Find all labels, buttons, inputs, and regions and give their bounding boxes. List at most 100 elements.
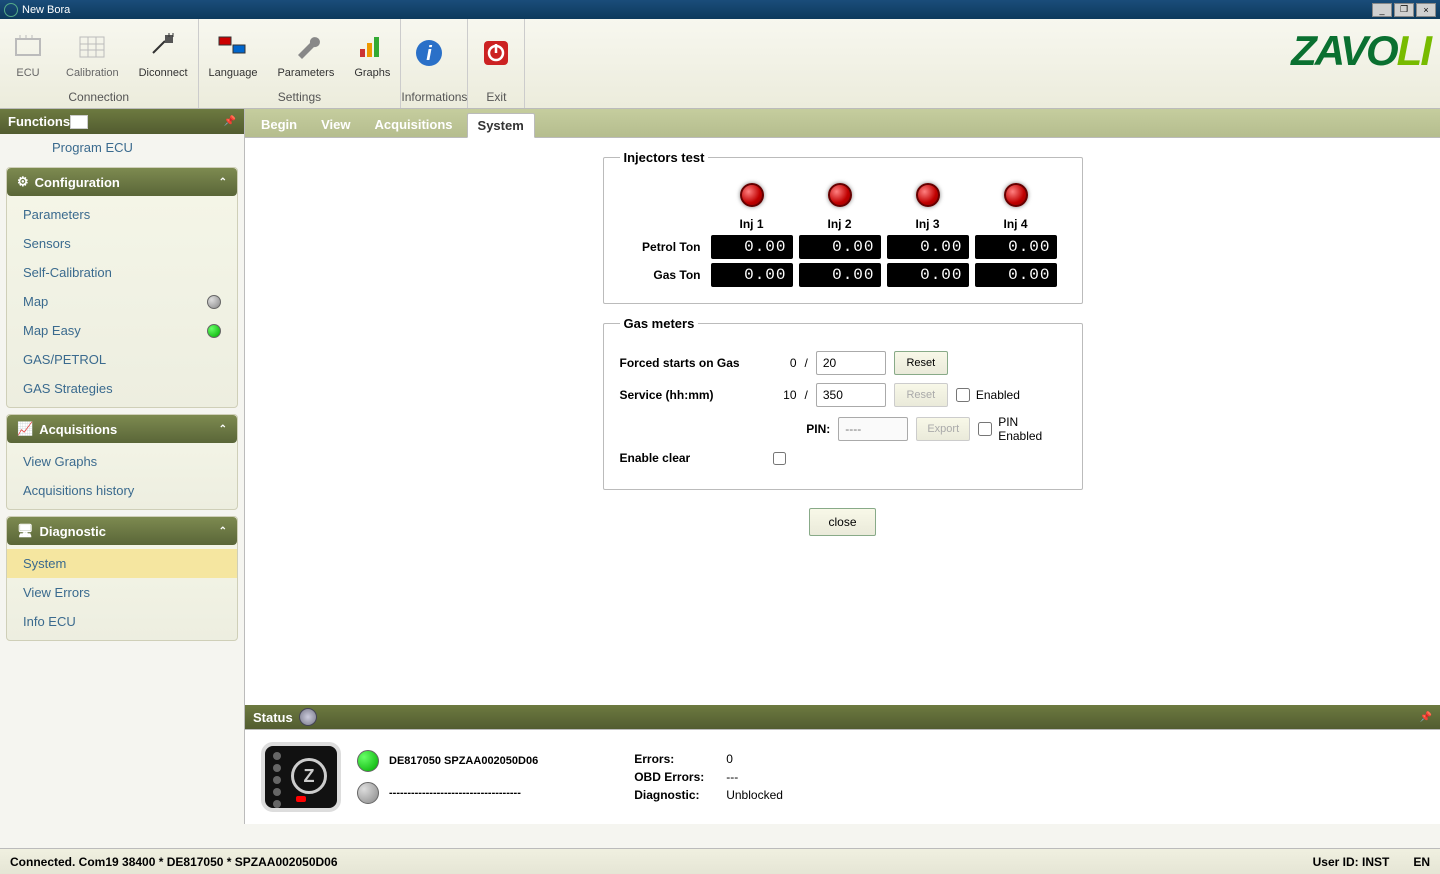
injector-header-1: Inj 1: [711, 217, 793, 231]
enabled-checkbox[interactable]: [956, 388, 970, 402]
info-icon: i: [411, 35, 447, 71]
sidebar-item-map-easy[interactable]: Map Easy: [7, 316, 237, 345]
ribbon-graphs[interactable]: Graphs: [344, 19, 400, 88]
monitor-icon: 🖥: [17, 523, 34, 539]
section-diagnostic[interactable]: 🖥 Diagnostic ⌃: [7, 517, 237, 545]
injectors-fieldset: Injectors test Inj 1 Inj 2 Inj 3 Inj 4 Petro…: [603, 150, 1083, 304]
tabs: Begin View Acquisitions System: [245, 109, 1440, 138]
chart-icon: [354, 29, 390, 65]
chevron-up-icon: ⌃: [219, 177, 227, 188]
close-panel-button[interactable]: close: [809, 508, 875, 536]
injector-value: 0.00: [799, 235, 881, 259]
ribbon-parameters[interactable]: Parameters: [267, 19, 344, 88]
enable-clear-checkbox[interactable]: [773, 452, 786, 465]
injector-led-2: [828, 183, 852, 207]
ribbon-group-settings: Settings: [199, 88, 401, 108]
injector-value: 0.00: [887, 235, 969, 259]
status-diagnostic-value: Unblocked: [726, 788, 783, 802]
injector-value: 0.00: [711, 263, 793, 287]
injector-row-label: Petrol Ton: [620, 240, 705, 254]
injector-led-3: [916, 183, 940, 207]
tab-acquisitions[interactable]: Acquisitions: [365, 113, 463, 137]
gauge-icon: [299, 708, 317, 726]
status-led-icon: [207, 324, 221, 338]
service-reset-button: Reset: [894, 383, 948, 407]
close-button[interactable]: ×: [1416, 3, 1436, 17]
pin-enabled-label: PIN Enabled: [998, 415, 1065, 443]
ribbon-calibration[interactable]: Calibration: [56, 19, 129, 88]
window-title: New Bora: [22, 4, 70, 16]
sidebar-item-self-calibration[interactable]: Self-Calibration: [7, 258, 237, 287]
sidebar-item-parameters[interactable]: Parameters: [7, 200, 237, 229]
injector-value: 0.00: [975, 235, 1057, 259]
enable-clear-label: Enable clear: [620, 451, 765, 465]
forced-starts-input[interactable]: [816, 351, 886, 375]
language-indicator[interactable]: EN: [1413, 855, 1430, 869]
titlebar: New Bora _ ❐ ×: [0, 0, 1440, 19]
plug-icon: [145, 29, 181, 65]
sidebar-item-gas-strategies[interactable]: GAS Strategies: [7, 374, 237, 403]
chip-icon: [10, 29, 46, 65]
injector-value: 0.00: [711, 235, 793, 259]
maximize-button[interactable]: ❐: [1394, 3, 1414, 17]
app-icon: [4, 3, 18, 17]
ribbon-language[interactable]: Language: [199, 19, 268, 88]
graph-icon: 📈: [17, 421, 33, 437]
flags-icon: [215, 29, 251, 65]
enabled-label: Enabled: [976, 388, 1020, 402]
service-input[interactable]: [816, 383, 886, 407]
switch-device-icon: Z: [261, 742, 341, 812]
sidebar-item-gas-petrol[interactable]: GAS/PETROL: [7, 345, 237, 374]
user-id: INST: [1362, 855, 1389, 869]
tab-begin[interactable]: Begin: [251, 113, 307, 137]
gear-icon: ⚙: [17, 174, 29, 190]
injector-header-3: Inj 3: [887, 217, 969, 231]
injectors-legend: Injectors test: [620, 150, 709, 165]
sidebar-item-system[interactable]: System: [7, 549, 237, 578]
status-led-icon: [207, 295, 221, 309]
minimize-button[interactable]: _: [1372, 3, 1392, 17]
table-icon: [74, 29, 110, 65]
forced-starts-label: Forced starts on Gas: [620, 356, 765, 370]
status-pin-icon[interactable]: 📌: [1420, 712, 1432, 723]
sidebar-program-ecu[interactable]: Program ECU: [36, 134, 238, 161]
sidebar-item-view-graphs[interactable]: View Graphs: [7, 447, 237, 476]
ribbon-ecu[interactable]: ECU: [0, 19, 56, 88]
pin-icon[interactable]: 📌: [224, 116, 236, 127]
brand-logo: ZAVOLI: [1291, 27, 1430, 75]
chevron-up-icon: ⌃: [219, 424, 227, 435]
injector-led-4: [1004, 183, 1028, 207]
injector-value: 0.00: [799, 263, 881, 287]
sidebar-item-view-errors[interactable]: View Errors: [7, 578, 237, 607]
ribbon: ECU Calibration Diconnect Connection Lan…: [0, 19, 1440, 109]
pin-label: PIN:: [804, 422, 830, 436]
tab-system[interactable]: System: [467, 113, 535, 138]
pin-input[interactable]: [838, 417, 908, 441]
status-errors-value: 0: [726, 752, 733, 766]
status-device-id: DE817050 SPZAA002050D06: [389, 755, 538, 767]
pin-enabled-checkbox[interactable]: [978, 422, 992, 436]
section-configuration[interactable]: ⚙ Configuration ⌃: [7, 168, 237, 196]
sidebar-item-sensors[interactable]: Sensors: [7, 229, 237, 258]
tab-view[interactable]: View: [311, 113, 360, 137]
sidebar-item-acquisitions-history[interactable]: Acquisitions history: [7, 476, 237, 505]
status-obd-value: ---: [726, 770, 738, 784]
status-bar: Connected. Com19 38400 * DE817050 * SPZA…: [0, 848, 1440, 874]
ribbon-disconnect[interactable]: Diconnect: [129, 19, 198, 88]
service-label: Service (hh:mm): [620, 388, 765, 402]
injector-header-4: Inj 4: [975, 217, 1057, 231]
sidebar-item-info-ecu[interactable]: Info ECU: [7, 607, 237, 636]
ribbon-group-exit: Exit: [468, 88, 524, 108]
status-led-secondary: [357, 782, 379, 804]
sidebar-item-map[interactable]: Map: [7, 287, 237, 316]
forced-reset-button[interactable]: Reset: [894, 351, 948, 375]
svg-text:i: i: [427, 43, 433, 65]
section-acquisitions[interactable]: 📈 Acquisitions ⌃: [7, 415, 237, 443]
gas-legend: Gas meters: [620, 316, 699, 331]
injector-header-2: Inj 2: [799, 217, 881, 231]
functions-header: Functions 📌: [0, 109, 244, 134]
ribbon-info[interactable]: i: [401, 19, 457, 88]
status-led-connected: [357, 750, 379, 772]
functions-icon: [70, 115, 88, 129]
ribbon-exit[interactable]: [468, 19, 524, 88]
